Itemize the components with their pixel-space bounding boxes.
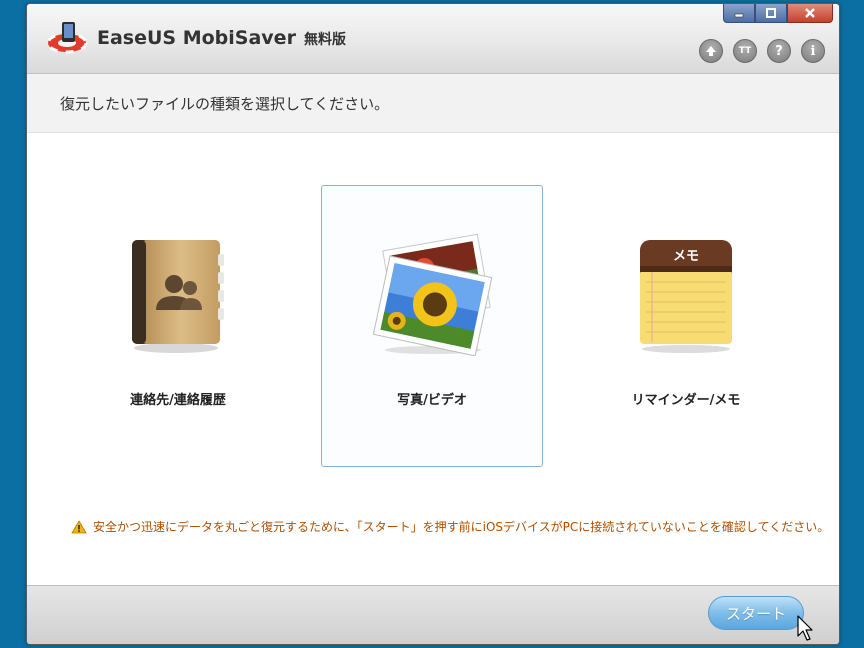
warning-text: 安全かつ迅速にデータを丸ごと復元するために、「スタート」を押す前にiOSデバイス…: [93, 520, 830, 534]
upgrade-icon[interactable]: [699, 39, 723, 63]
notepad-icon: メモ: [640, 240, 732, 353]
mouse-cursor-icon: [797, 615, 813, 641]
file-type-card-photos[interactable]: 写真/ビデオ: [321, 185, 543, 467]
instruction-text: 復元したいファイルの種類を選択してください。: [60, 95, 390, 113]
font-size-icon[interactable]: TT: [733, 39, 757, 63]
file-type-label-contacts: 連絡先/連絡履歴: [130, 393, 226, 408]
notepad-header-text: メモ: [673, 249, 699, 264]
maximize-icon: [766, 8, 776, 18]
app-logo-icon: [47, 22, 88, 54]
warning-icon: [71, 519, 87, 533]
maximize-button[interactable]: [755, 4, 787, 23]
title-bar[interactable]: EaseUS MobiSaver 無料版 TT ? i: [27, 4, 839, 74]
app-name: EaseUS MobiSaver: [97, 27, 296, 49]
close-button[interactable]: [787, 4, 833, 23]
window-controls: [723, 4, 833, 23]
photos-icon: [372, 233, 493, 356]
file-type-card-notes[interactable]: メモ リマインダー/メモ: [575, 185, 797, 467]
close-icon: [805, 8, 815, 18]
footer-bar: スタート: [27, 585, 839, 644]
contacts-book-icon: [132, 240, 224, 353]
info-icon[interactable]: i: [801, 39, 825, 63]
file-type-card-contacts[interactable]: 連絡先/連絡履歴: [67, 185, 289, 467]
start-button[interactable]: スタート: [708, 596, 804, 630]
instruction-bar: 復元したいファイルの種類を選択してください。: [27, 74, 839, 133]
file-type-panel: 連絡先/連絡履歴 写真/ビデオ メモ リマインダー/メモ 安全かつ迅速にデータを…: [27, 133, 839, 585]
minimize-icon: [734, 13, 744, 18]
help-icon[interactable]: ?: [767, 39, 791, 63]
file-type-label-notes: リマインダー/メモ: [631, 393, 741, 408]
file-type-label-photos: 写真/ビデオ: [397, 393, 467, 408]
app-edition: 無料版: [303, 32, 346, 48]
toolbar-icons: TT ? i: [699, 39, 825, 63]
app-window: EaseUS MobiSaver 無料版 TT ? i 復元したいファイルの種類を…: [26, 3, 840, 645]
app-title: EaseUS MobiSaver 無料版: [97, 24, 346, 52]
warning-message: 安全かつ迅速にデータを丸ごと復元するために、「スタート」を押す前にiOSデバイス…: [71, 518, 829, 535]
minimize-button[interactable]: [723, 4, 755, 23]
